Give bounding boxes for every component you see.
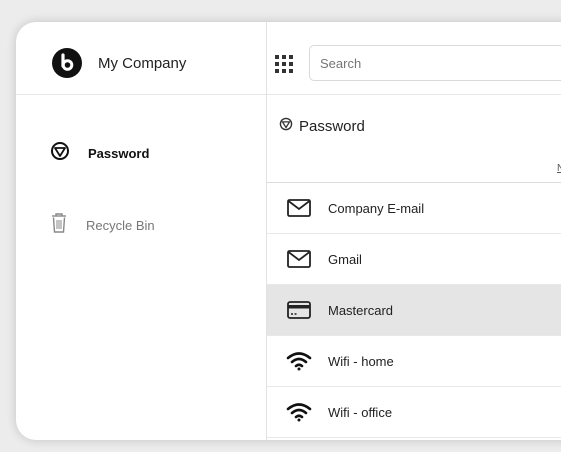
shield-icon [50,141,70,166]
wifi-icon [285,402,313,422]
list-item[interactable]: Gmail [267,234,561,285]
search-input[interactable] [309,45,561,81]
main-panel: Password N Company E-mail Gmail Masterca… [267,95,561,440]
sidebar-item-recycle-bin[interactable]: Recycle Bin [50,212,155,239]
sidebar-item-label: Password [88,146,150,161]
mail-icon [285,199,313,217]
list-item[interactable]: Company E-mail [267,183,561,234]
shield-icon [279,117,293,135]
column-header-name[interactable]: N [557,163,561,174]
company-brand[interactable]: My Company [52,47,186,79]
sidebar-item-password[interactable]: Password [50,141,149,166]
credit-card-icon [285,301,313,319]
list-item-name: Company E-mail [328,200,425,216]
top-bar: My Company [16,22,561,95]
trash-icon [50,212,68,239]
list-item[interactable]: Wifi - home [267,336,561,387]
sidebar-item-label: Recycle Bin [86,218,155,233]
list-item[interactable]: Wifi - office [267,387,561,438]
page-title-text: Password [299,117,365,135]
sidebar: Password Recycle Bin [16,95,266,440]
list-item-name: Gmail [328,251,362,267]
app-grid-icon[interactable] [275,55,293,73]
company-name: My Company [98,54,187,72]
wifi-icon [285,351,313,371]
list-item-name: Wifi - home [328,353,394,369]
list-item-name: Mastercard [328,302,394,318]
list-item-name: Wifi - office [328,404,393,420]
app-window: My Company Password [16,22,561,440]
list-item-selected[interactable]: Mastercard [267,285,561,336]
page-title: Password [279,117,365,135]
company-logo-icon [52,48,82,78]
mail-icon [285,250,313,268]
